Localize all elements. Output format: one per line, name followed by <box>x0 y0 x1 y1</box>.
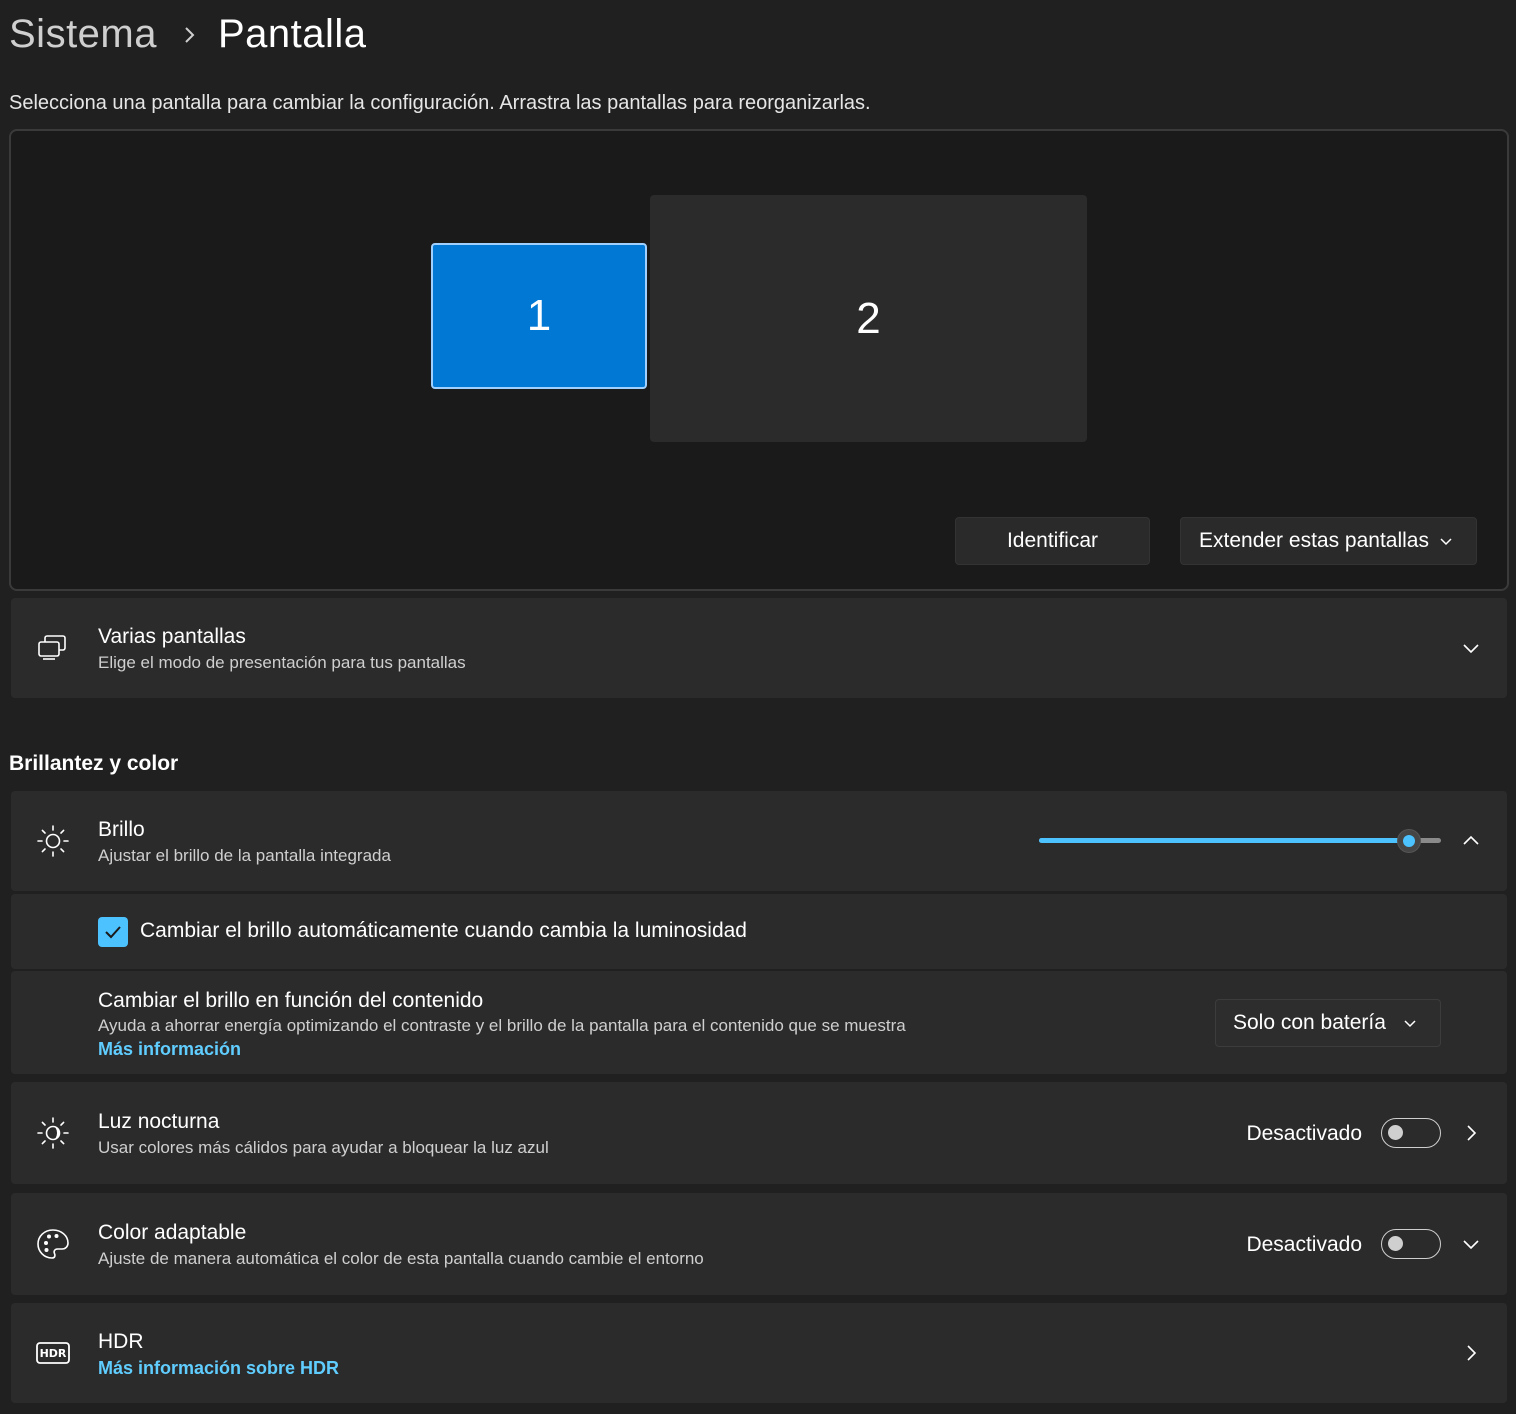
display-mode-value: Extender estas pantallas <box>1199 529 1429 552</box>
auto-brightness-checkbox[interactable] <box>98 917 128 947</box>
slider-thumb[interactable] <box>1397 829 1421 853</box>
brightness-card: Brillo Ajustar el brillo de la pantalla … <box>11 791 1507 891</box>
monitor-1[interactable]: 1 <box>431 243 647 389</box>
toggle-state-label: Desactivado <box>1246 1122 1362 1145</box>
multiple-displays-card[interactable]: Varias pantallas Elige el modo de presen… <box>11 598 1507 698</box>
chevron-right-icon[interactable] <box>1461 1343 1481 1363</box>
chevron-down-icon[interactable] <box>1461 638 1481 658</box>
hdr-card[interactable]: HDR HDR Más información sobre HDR <box>11 1303 1507 1403</box>
content-brightness-dropdown[interactable]: Solo con batería <box>1215 999 1441 1047</box>
page-title: Pantalla <box>218 12 367 56</box>
hdr-more-info-link[interactable]: Más información sobre HDR <box>98 1358 339 1379</box>
adaptive-color-card[interactable]: Color adaptable Ajuste de manera automát… <box>11 1193 1507 1295</box>
card-title: Color adaptable <box>98 1221 247 1244</box>
content-brightness-row: Cambiar el brillo en función del conteni… <box>11 971 1507 1074</box>
adaptive-color-toggle[interactable] <box>1381 1229 1441 1259</box>
sun-icon <box>37 825 69 857</box>
night-light-card[interactable]: Luz nocturna Usar colores más cálidos pa… <box>11 1082 1507 1184</box>
toggle-state-label: Desactivado <box>1246 1233 1362 1256</box>
night-light-toggle[interactable] <box>1381 1118 1441 1148</box>
palette-icon <box>37 1229 69 1259</box>
card-title: HDR <box>98 1330 144 1353</box>
dropdown-value: Solo con batería <box>1233 1011 1386 1034</box>
auto-brightness-row: Cambiar el brillo automáticamente cuando… <box>11 894 1507 969</box>
chevron-down-icon[interactable] <box>1461 1234 1481 1254</box>
svg-text:HDR: HDR <box>40 1347 67 1360</box>
card-title: Cambiar el brillo en función del conteni… <box>98 989 484 1012</box>
instruction-text: Selecciona una pantalla para cambiar la … <box>9 92 871 114</box>
slider-fill <box>1039 838 1409 843</box>
hdr-icon: HDR <box>36 1342 70 1364</box>
display-arrangement-area: 1 2 Identificar Extender estas pantallas <box>9 129 1509 591</box>
chevron-right-icon[interactable] <box>1461 1123 1481 1143</box>
multiple-displays-icon <box>38 635 66 660</box>
night-light-icon <box>37 1117 69 1149</box>
card-subtitle: Usar colores más cálidos para ayudar a b… <box>98 1138 549 1157</box>
card-subtitle: Ajustar el brillo de la pantalla integra… <box>98 846 391 865</box>
chevron-down-icon <box>1404 1020 1416 1028</box>
card-subtitle: Elige el modo de presentación para tus p… <box>98 653 466 672</box>
card-title: Varias pantallas <box>98 625 246 648</box>
monitor-label: 1 <box>526 291 552 340</box>
chevron-up-icon[interactable] <box>1461 831 1481 851</box>
monitor-2[interactable]: 2 <box>650 195 1087 442</box>
monitor-label: 2 <box>856 293 881 343</box>
checkmark-icon <box>105 926 121 939</box>
identify-button[interactable]: Identificar <box>955 517 1150 565</box>
chevron-right-icon <box>185 27 195 43</box>
brightness-slider[interactable] <box>1039 829 1441 853</box>
breadcrumb-parent[interactable]: Sistema <box>9 12 157 57</box>
card-title: Luz nocturna <box>98 1110 220 1133</box>
display-mode-dropdown[interactable]: Extender estas pantallas <box>1180 517 1477 565</box>
section-title: Brillantez y color <box>9 752 179 775</box>
more-info-link[interactable]: Más información <box>98 1039 241 1060</box>
card-title: Brillo <box>98 818 145 841</box>
auto-brightness-label: Cambiar el brillo automáticamente cuando… <box>140 919 747 942</box>
card-subtitle: Ayuda a ahorrar energía optimizando el c… <box>98 1016 906 1035</box>
chevron-down-icon <box>1440 538 1452 546</box>
card-subtitle: Ajuste de manera automática el color de … <box>98 1249 704 1268</box>
